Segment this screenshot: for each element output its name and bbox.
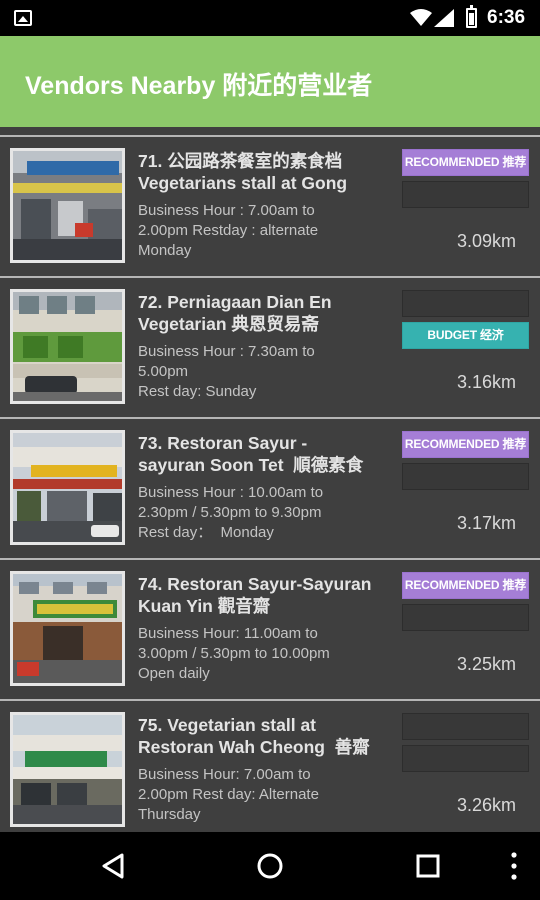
vendor-row[interactable]: 72. Perniagaan Dian En Vegetarian 典恩贸易斋 … (0, 276, 540, 416)
vendor-row[interactable]: 71. 公园路茶餐室的素食档 Vegetarians stall at Gong… (0, 135, 540, 275)
vendor-name: 75. Vegetarian stall at Restoran Wah Che… (138, 715, 370, 757)
recommended-badge: RECOMMENDED 推荐 (402, 149, 529, 176)
signal-icon (434, 9, 454, 27)
navigation-bar (0, 832, 540, 900)
overflow-menu-icon[interactable] (494, 846, 534, 886)
vendor-photo (10, 430, 125, 545)
empty-badge-slot (402, 181, 529, 208)
empty-badge-slot (402, 463, 529, 490)
recommended-badge: RECOMMENDED 推荐 (402, 572, 529, 599)
vendor-row[interactable]: 73. Restoran Sayur - sayuran Soon Tet 順德… (0, 417, 540, 557)
vendor-distance: 3.09km (456, 231, 516, 251)
vendor-hours: Business Hour : 7.00am to 2.00pm Restday… (138, 202, 319, 259)
vendor-name: 72. Perniagaan Dian En Vegetarian 典恩贸易斋 (138, 292, 332, 334)
vendor-photo (10, 571, 125, 686)
back-icon[interactable] (94, 846, 134, 886)
wifi-icon (410, 9, 432, 26)
empty-badge-slot (402, 745, 529, 772)
home-icon[interactable] (250, 846, 290, 886)
vendor-name: 71. 公园路茶餐室的素食档 Vegetarians stall at Gong (138, 151, 348, 193)
vendor-name: 74. Restoran Sayur-Sayuran Kuan Yin 觀音齋 (138, 574, 372, 616)
app-bar: Vendors Nearby 附近的营业者 (0, 36, 540, 127)
vendor-photo (10, 148, 125, 263)
vendor-distance: 3.26km (456, 795, 516, 815)
image-notification-icon (14, 10, 32, 26)
vendor-hours: Business Hour : 7.30am to 5.00pm Rest da… (138, 343, 315, 400)
vendor-distance: 3.17km (456, 513, 516, 533)
empty-badge-slot (402, 713, 529, 740)
vendor-hours: Business Hour: 11.00am to 3.00pm / 5.30p… (138, 625, 330, 682)
page-title: Vendors Nearby 附近的营业者 (25, 72, 373, 100)
vendor-hours: Business Hour: 7.00am to 2.00pm Rest day… (138, 766, 319, 823)
vendor-hours: Business Hour : 10.00am to 2.30pm / 5.30… (138, 484, 324, 541)
vendor-row[interactable]: 74. Restoran Sayur-Sayuran Kuan Yin 觀音齋 … (0, 558, 540, 698)
budget-badge: BUDGET 经济 (402, 322, 529, 349)
recommended-badge: RECOMMENDED 推荐 (402, 431, 529, 458)
recents-icon[interactable] (408, 846, 448, 886)
vendor-distance: 3.16km (456, 372, 516, 392)
clock: 6:36 (487, 7, 526, 28)
empty-badge-slot (402, 604, 529, 631)
vendor-photo (10, 289, 125, 404)
empty-badge-slot (402, 290, 529, 317)
vendor-list[interactable]: 71. 公园路茶餐室的素食档 Vegetarians stall at Gong… (0, 127, 540, 832)
vendor-photo (10, 712, 125, 827)
battery-icon (466, 5, 477, 28)
vendor-row[interactable]: 75. Vegetarian stall at Restoran Wah Che… (0, 699, 540, 832)
status-bar: 6:36 (0, 0, 540, 36)
vendor-distance: 3.25km (456, 654, 516, 674)
vendor-name: 73. Restoran Sayur - sayuran Soon Tet 順德… (138, 433, 364, 475)
